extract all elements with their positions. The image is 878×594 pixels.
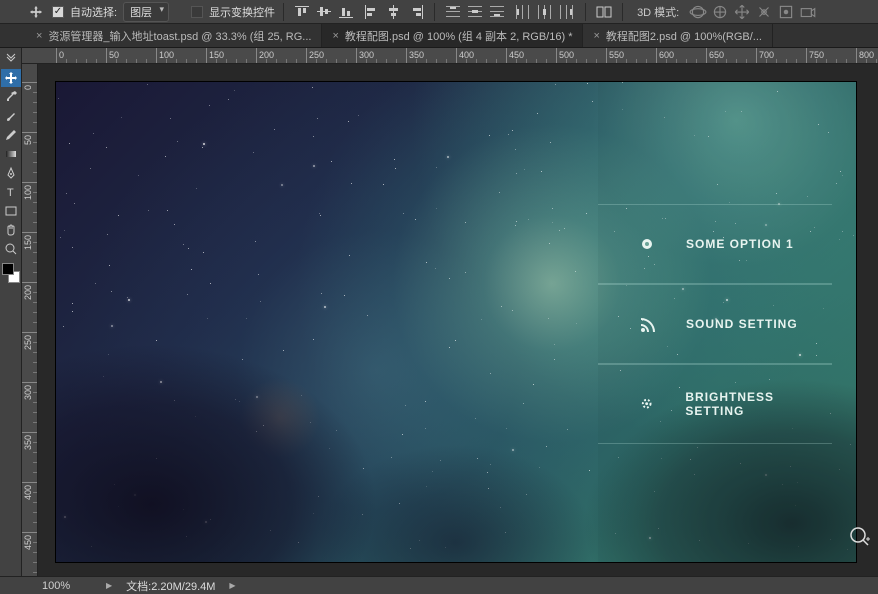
options-bar: ✓ 自动选择: 图层 显示变换控件 3D 模式: [0,0,878,24]
status-expand-icon[interactable]: ▶ [106,581,112,590]
threed-camera-icon[interactable] [799,4,817,20]
zoom-tool-icon[interactable] [1,240,21,258]
ruler-horizontal[interactable]: 0501001502002503003504004505005506006507… [22,48,878,64]
threed-icons-group [689,4,817,20]
document-tab-2[interactable]: × 教程配图2.psd @ 100%(RGB/... [583,24,772,47]
status-doc-label: 文档:2.20M/29.4M [126,578,215,594]
pen-tool-icon[interactable] [1,164,21,182]
align-top-icon[interactable] [292,3,312,21]
overlay-row-0[interactable]: SOME OPTION 1 [598,204,832,284]
threed-pan-icon[interactable] [733,4,751,20]
overlay-label: SOUND SETTING [686,317,798,331]
brush-tool-icon[interactable] [1,107,21,125]
pencil-tool-icon[interactable] [1,126,21,144]
document-tab-1[interactable]: × 教程配图.psd @ 100% (组 4 副本 2, RGB/16) * [322,24,583,47]
align-vcenter-icon[interactable] [314,3,334,21]
close-icon[interactable]: × [593,30,599,42]
threed-orbit-icon[interactable] [689,4,707,20]
distribute-vcenter-icon[interactable] [465,3,485,21]
zoom-cursor-icon [848,525,872,552]
auto-select-checkbox[interactable]: ✓ [52,6,64,18]
transform-controls-label: 显示变换控件 [209,4,275,20]
overlay-row-1[interactable]: SOUND SETTING [598,284,832,364]
threed-mode-label: 3D 模式: [637,4,679,20]
distribute-bottom-icon[interactable] [487,3,507,21]
tool-collapse-icon[interactable] [1,50,21,68]
tool-strip: T [0,48,22,576]
align-left-icon[interactable] [362,3,382,21]
threed-scale-icon[interactable] [777,4,795,20]
color-swatches[interactable] [2,263,20,283]
type-tool-icon[interactable]: T [1,183,21,201]
auto-select-mode-dropdown[interactable]: 图层 [123,2,169,22]
overlay-label: BRIGHTNESS SETTING [685,390,832,418]
distribute-right-icon[interactable] [557,3,577,21]
canvas-area: SOME OPTION 1 SOUND SETTING BRIGHTNESS S… [38,64,878,576]
document-tab-0[interactable]: × 资源管理器_输入地址toast.psd @ 33.3% (组 25, RG..… [26,24,322,47]
separator [585,3,586,21]
close-icon[interactable]: × [332,30,338,42]
align-group-vertical [362,3,426,21]
circle-dot-icon [638,235,656,253]
document-tab-label: 教程配图.psd @ 100% (组 4 副本 2, RGB/16) * [345,28,573,44]
threed-roll-icon[interactable] [711,4,729,20]
align-bottom-icon[interactable] [336,3,356,21]
hand-tool-icon[interactable] [1,221,21,239]
distribute-group-h [513,3,577,21]
status-bar: 100% ▶ 文档:2.20M/29.4M ▶ [0,576,878,594]
separator [622,3,623,21]
overlay-panel: SOME OPTION 1 SOUND SETTING BRIGHTNESS S… [598,82,856,562]
align-group-horizontal [292,3,356,21]
eyedropper-tool-icon[interactable] [1,88,21,106]
threed-slide-icon[interactable] [755,4,773,20]
align-right-icon[interactable] [406,3,426,21]
canvas[interactable]: SOME OPTION 1 SOUND SETTING BRIGHTNESS S… [56,82,856,562]
overlay-label: SOME OPTION 1 [686,237,794,251]
overlay-row-2[interactable]: BRIGHTNESS SETTING [598,364,832,444]
move-tool-indicator-icon [26,3,46,21]
auto-select-label: 自动选择: [70,4,117,20]
svg-text:T: T [7,187,14,199]
separator [283,3,284,21]
distribute-top-icon[interactable] [443,3,463,21]
distribute-left-icon[interactable] [513,3,533,21]
close-icon[interactable]: × [36,30,42,42]
document-tab-label: 教程配图2.psd @ 100%(RGB/... [606,28,762,44]
transform-controls-checkbox[interactable] [191,6,203,18]
align-hcenter-icon[interactable] [384,3,404,21]
rectangle-tool-icon[interactable] [1,202,21,220]
brightness-icon [638,395,655,413]
ruler-vertical[interactable]: 050100150200250300350400450 [22,64,38,576]
document-tabs: × 资源管理器_输入地址toast.psd @ 33.3% (组 25, RG..… [0,24,878,48]
document-tab-label: 资源管理器_输入地址toast.psd @ 33.3% (组 25, RG... [48,28,311,44]
gradient-tool-icon[interactable] [1,145,21,163]
status-menu-icon[interactable]: ▶ [229,581,235,590]
distribute-group [443,3,507,21]
rss-icon [638,315,656,333]
distribute-hcenter-icon[interactable] [535,3,555,21]
zoom-display[interactable]: 100% [42,580,92,592]
move-tool-icon[interactable] [1,69,21,87]
separator [434,3,435,21]
auto-align-icon[interactable] [594,3,614,21]
